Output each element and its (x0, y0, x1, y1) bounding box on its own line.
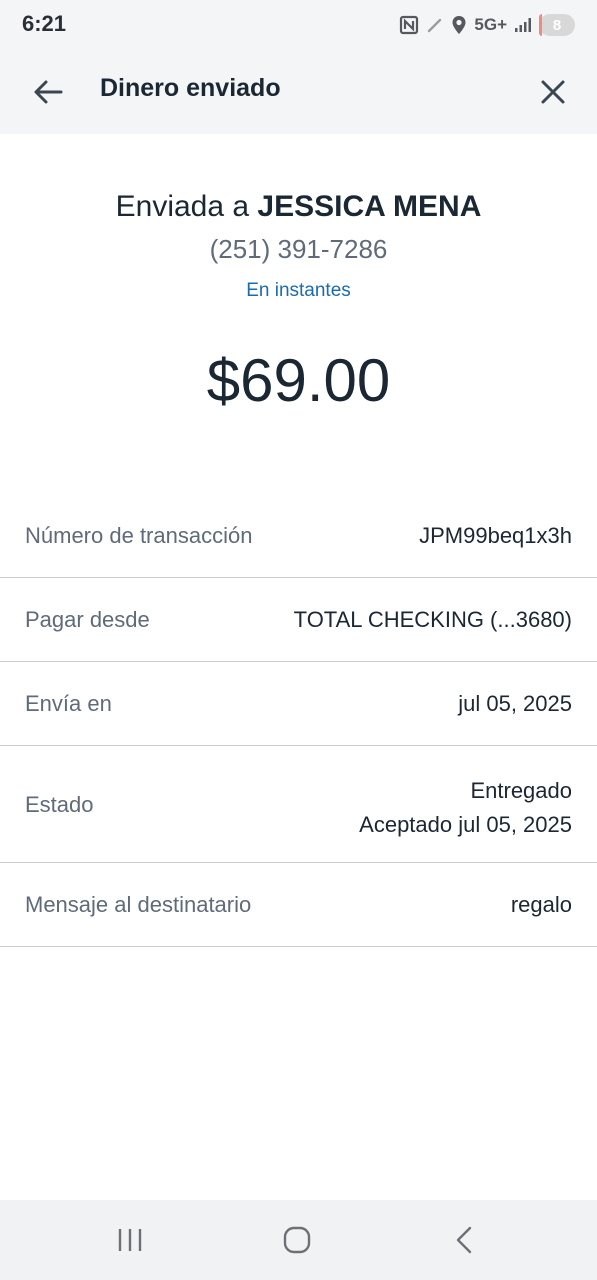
status-time: 6:21 (22, 11, 67, 36)
recipient-phone: (251) 391-7286 (209, 234, 388, 264)
detail-row-status: Estado Entregado Aceptado jul 05, 2025 (0, 746, 597, 863)
back-arrow-icon (34, 80, 63, 104)
pay-from-label: Pagar desde (25, 607, 150, 632)
message-label: Mensaje al destinatario (25, 892, 252, 917)
close-button[interactable] (533, 72, 573, 112)
recipient-name: JESSICA MENA (257, 190, 482, 223)
status-label: Estado (25, 792, 94, 817)
sent-to-prefix: Enviada a (115, 190, 258, 223)
location-icon (451, 15, 467, 35)
status-detail: Aceptado jul 05, 2025 (359, 812, 572, 837)
send-on-label: Envía en (25, 691, 112, 716)
detail-row-send-on: Envía en jul 05, 2025 (0, 662, 597, 746)
nfc-icon (399, 15, 419, 35)
system-nav-bar (0, 1200, 597, 1280)
back-icon (456, 1226, 472, 1254)
send-on-value: jul 05, 2025 (458, 691, 572, 716)
battery-icon: 8 (539, 14, 575, 36)
signal-icon (514, 17, 532, 33)
recent-apps-button[interactable] (110, 1220, 150, 1260)
nav-back-button[interactable] (444, 1220, 484, 1260)
network-type: 5G+ (474, 15, 507, 34)
sent-to-line: Enviada a JESSICA MENA (0, 190, 597, 224)
transaction-label: Número de transacción (25, 523, 253, 548)
delivery-speed: En instantes (246, 280, 351, 301)
status-icons: 5G+ 8 (399, 12, 575, 38)
detail-row-transaction: Número de transacción JPM99beq1x3h (0, 494, 597, 578)
close-icon (541, 80, 565, 104)
status-value: Entregado (470, 778, 572, 803)
detail-row-pay-from: Pagar desde TOTAL CHECKING (...3680) (0, 578, 597, 662)
amount: $69.00 (206, 347, 391, 414)
pen-icon (426, 16, 444, 34)
battery-level: 8 (552, 16, 562, 34)
status-value-group: Entregado Aceptado jul 05, 2025 (359, 774, 572, 842)
back-button[interactable] (28, 72, 68, 112)
transaction-value: JPM99beq1x3h (419, 523, 572, 548)
recent-apps-icon (118, 1229, 142, 1251)
page-title: Dinero enviado (100, 74, 281, 102)
app-header: Dinero enviado (0, 50, 597, 134)
home-button[interactable] (277, 1220, 317, 1260)
home-icon (283, 1226, 311, 1254)
pay-from-value: TOTAL CHECKING (...3680) (293, 607, 572, 632)
transfer-details: Número de transacción JPM99beq1x3h Pagar… (0, 494, 597, 947)
status-bar: 6:21 5G+ 8 (0, 0, 597, 50)
message-value: regalo (510, 892, 572, 917)
detail-row-message: Mensaje al destinatario regalo (0, 863, 597, 947)
